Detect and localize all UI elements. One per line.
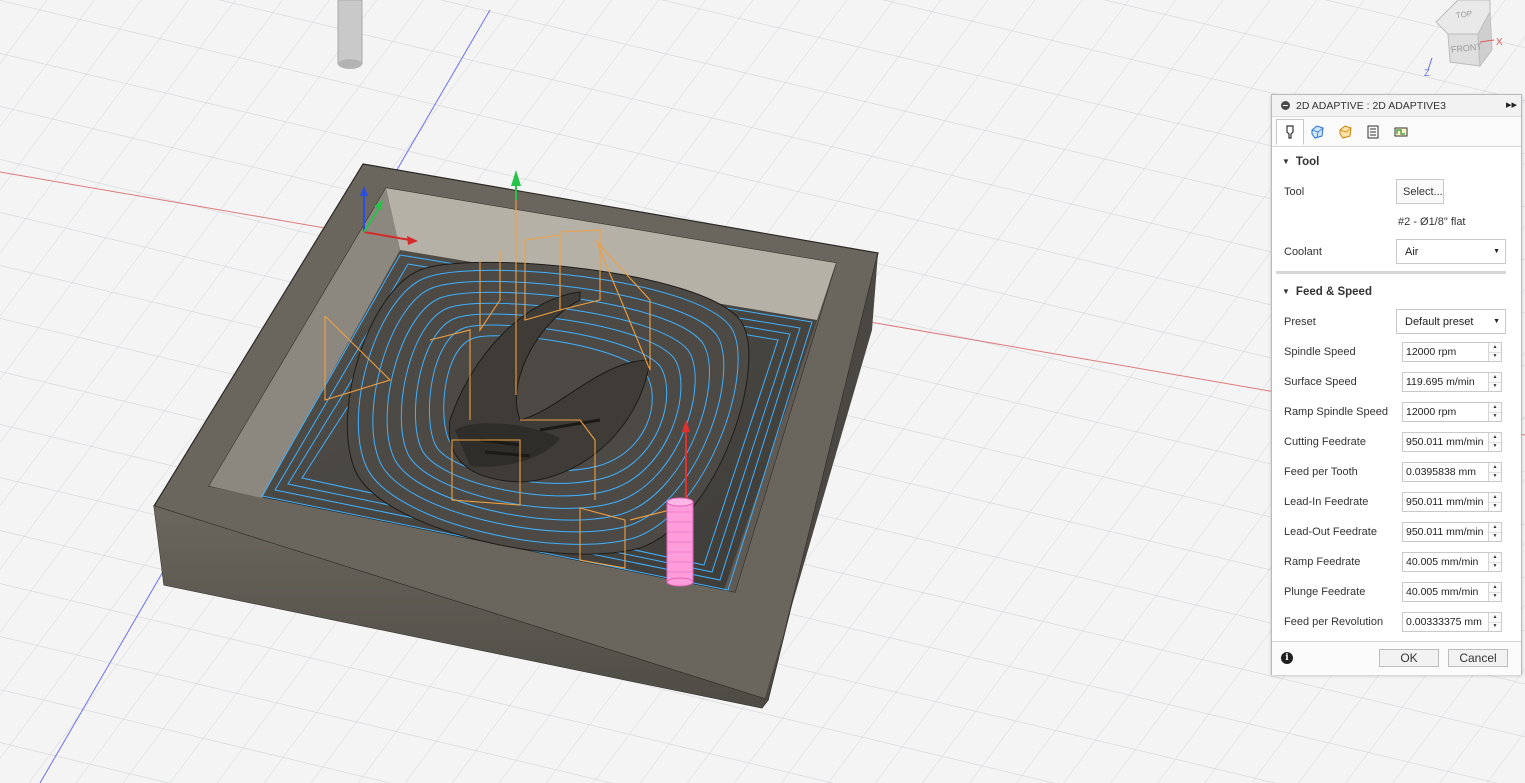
chevron-down-icon: ▼ [1493,318,1500,325]
feed-per-revolution-label: Feed per Revolution [1284,616,1384,628]
preset-dropdown[interactable]: Default preset ▼ [1396,309,1506,334]
linking-tab-icon [1394,127,1408,137]
info-icon[interactable]: i [1281,652,1293,664]
lead-in-feedrate-input[interactable]: 950.011 mm/min ▲ ▼ [1402,492,1502,512]
feed-per-revolution-input[interactable]: 0.00333375 mm ▲ ▼ [1402,612,1502,632]
preset-value: Default preset [1405,316,1474,328]
spindle-speed-input[interactable]: 12000 rpm ▲ ▼ [1402,342,1502,362]
coolant-dropdown[interactable]: Air ▼ [1396,239,1506,264]
collapse-triangle-icon[interactable]: ▼ [1282,287,1290,296]
preset-label: Preset [1284,316,1316,328]
dialog-title: 2D ADAPTIVE : 2D ADAPTIVE3 [1296,100,1446,112]
chevron-down-icon: ▼ [1493,248,1500,255]
geometry-tab-icon [1311,125,1324,139]
spin-down-icon[interactable]: ▼ [1489,382,1501,391]
passes-tab-icon [1367,125,1379,139]
cancel-button[interactable]: Cancel [1448,649,1508,667]
tab-heights[interactable] [1332,120,1358,144]
select-tool-button[interactable]: Select... [1396,179,1444,204]
tab-tool[interactable] [1276,119,1304,145]
ramp-feedrate-input[interactable]: 40.005 mm/min ▲ ▼ [1402,552,1502,572]
tool-description: #2 - Ø1/8" flat [1398,216,1466,228]
collapse-icon[interactable] [1281,101,1290,110]
spindle-speed-label: Spindle Speed [1284,346,1356,358]
lead-out-feedrate-label: Lead-Out Feedrate [1284,526,1377,538]
coolant-label: Coolant [1284,246,1322,258]
viewcube-z-axis: Z [1424,68,1430,78]
ramp-spindle-speed-label: Ramp Spindle Speed [1284,406,1388,418]
spin-down-icon[interactable]: ▼ [1489,562,1501,571]
surface-speed-input[interactable]: 119.695 m/min ▲ ▼ [1402,372,1502,392]
section-tool-header[interactable]: ▼ Tool [1282,156,1319,168]
section-divider [1276,271,1506,274]
spin-down-icon[interactable]: ▼ [1489,412,1501,421]
feed-per-tooth-input[interactable]: 0.0395838 mm ▲ ▼ [1402,462,1502,482]
spin-down-icon[interactable]: ▼ [1489,442,1501,451]
collapse-triangle-icon[interactable]: ▼ [1282,157,1290,166]
operation-dialog: 2D ADAPTIVE : 2D ADAPTIVE3 ▸▸ ▼ Tool Too… [1271,94,1522,675]
lead-in-feedrate-label: Lead-In Feedrate [1284,496,1369,508]
spin-down-icon[interactable]: ▼ [1489,352,1501,361]
spin-down-icon[interactable]: ▼ [1489,592,1501,601]
dialog-tabs [1272,117,1521,147]
view-cube[interactable]: TOP FRONT X Z [1418,0,1525,80]
ok-button[interactable]: OK [1379,649,1439,667]
dialog-footer: i OK Cancel [1272,641,1521,675]
spin-down-icon[interactable]: ▼ [1489,532,1501,541]
ramp-feedrate-label: Ramp Feedrate [1284,556,1361,568]
lead-out-feedrate-input[interactable]: 950.011 mm/min ▲ ▼ [1402,522,1502,542]
feed-per-tooth-label: Feed per Tooth [1284,466,1358,478]
tool-holder-shank [337,0,363,69]
surface-speed-label: Surface Speed [1284,376,1357,388]
cutting-feedrate-label: Cutting Feedrate [1284,436,1366,448]
spin-down-icon[interactable]: ▼ [1489,472,1501,481]
heights-tab-icon [1339,125,1352,139]
cutting-feedrate-input[interactable]: 950.011 mm/min ▲ ▼ [1402,432,1502,452]
tool-label: Tool [1284,186,1305,198]
ramp-spindle-speed-input[interactable]: 12000 rpm ▲ ▼ [1402,402,1502,422]
section-feed-speed-header[interactable]: ▼ Feed & Speed [1282,286,1372,298]
viewcube-x-axis: X [1496,37,1503,48]
tab-linking[interactable] [1388,120,1414,144]
coolant-value: Air [1405,246,1419,258]
plunge-feedrate-label: Plunge Feedrate [1284,586,1366,598]
spin-down-icon[interactable]: ▼ [1489,622,1501,631]
expand-arrows-icon[interactable]: ▸▸ [1506,98,1517,111]
tab-passes[interactable] [1360,120,1386,144]
plunge-feedrate-input[interactable]: 40.005 mm/min ▲ ▼ [1402,582,1502,602]
tool-tab-icon [1286,125,1294,139]
dialog-titlebar[interactable]: 2D ADAPTIVE : 2D ADAPTIVE3 ▸▸ [1272,95,1521,117]
spin-down-icon[interactable]: ▼ [1489,502,1501,511]
tab-geometry[interactable] [1304,120,1330,144]
